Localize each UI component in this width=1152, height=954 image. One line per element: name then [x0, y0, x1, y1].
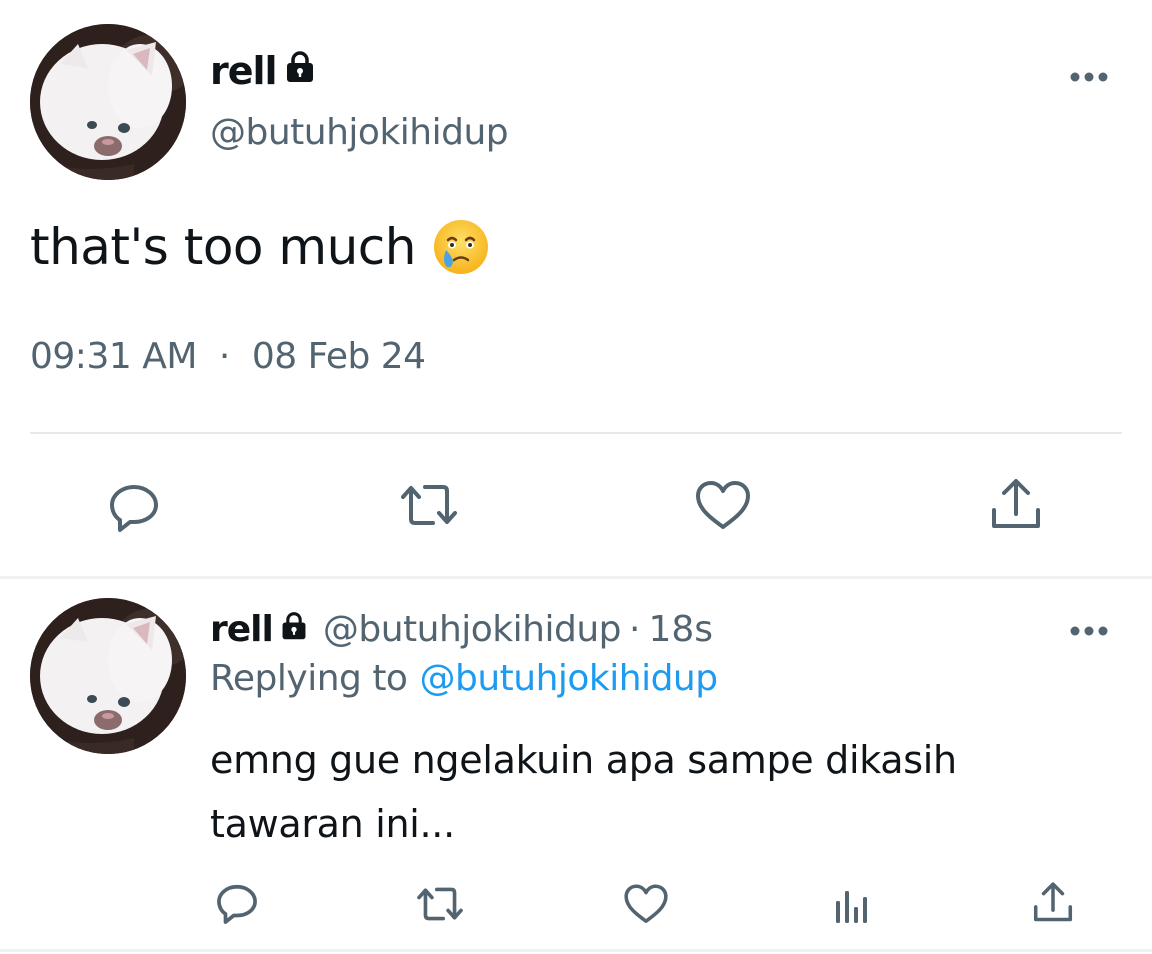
like-button[interactable] — [693, 478, 753, 534]
reply-tweet-text: emng gue ngelakuin apa sampe dikasih taw… — [210, 738, 957, 846]
reply-button[interactable] — [103, 477, 165, 539]
main-handle[interactable]: @butuhjokihidup — [210, 112, 509, 153]
main-author-name-row[interactable]: rell — [210, 46, 317, 96]
replying-to-mention[interactable]: @butuhjokihidup — [419, 658, 718, 699]
like-button[interactable] — [622, 882, 670, 926]
reply-display-name[interactable]: rell — [210, 609, 274, 650]
main-display-name[interactable]: rell — [210, 49, 278, 93]
heart-icon — [696, 481, 750, 529]
heart-icon — [624, 883, 668, 923]
main-tweet-time[interactable]: 09:31 AM — [30, 336, 197, 377]
share-icon — [992, 479, 1040, 528]
face-holding-back-tears-icon — [432, 218, 490, 276]
reply-handle[interactable]: @butuhjokihidup — [323, 609, 622, 650]
reply-separator: · — [629, 608, 641, 650]
retweet-icon — [401, 485, 457, 525]
retweet-button[interactable] — [396, 477, 462, 533]
main-avatar[interactable] — [30, 24, 186, 180]
reply-icon — [217, 884, 257, 924]
retweet-button[interactable] — [413, 882, 467, 926]
views-button[interactable] — [828, 884, 872, 926]
share-icon — [1033, 882, 1073, 922]
replying-to-line: Replying to @butuhjokihidup — [210, 658, 718, 699]
main-tweet-divider — [30, 432, 1122, 434]
reply-avatar[interactable] — [30, 598, 186, 754]
main-tweet-text: that's too much — [30, 218, 416, 276]
main-tweet-meta: 09:31 AM · 08 Feb 24 — [30, 336, 426, 377]
share-button[interactable] — [1030, 880, 1076, 926]
kitten-avatar-image — [30, 24, 186, 180]
more-icon[interactable] — [1069, 622, 1109, 636]
tweet-thread-page: rell @butuhjokihidup that's too much 09:… — [0, 0, 1152, 954]
reply-button[interactable] — [213, 880, 261, 928]
thread-divider — [0, 576, 1152, 579]
replying-to-label: Replying to — [210, 658, 408, 699]
lock-icon — [279, 609, 309, 650]
main-tweet-text-row: that's too much — [30, 218, 490, 276]
bottom-divider — [0, 949, 1152, 952]
analytics-icon — [836, 891, 867, 923]
share-button[interactable] — [988, 476, 1044, 534]
reply-time[interactable]: 18s — [648, 609, 713, 650]
retweet-icon — [417, 887, 463, 921]
reply-author-row: rell @butuhjokihidup · 18s — [210, 604, 713, 654]
reply-icon — [110, 485, 158, 532]
kitten-avatar-image — [30, 598, 186, 754]
more-icon[interactable] — [1069, 68, 1109, 82]
lock-icon — [283, 49, 317, 93]
meta-separator: · — [218, 336, 230, 377]
main-tweet-date[interactable]: 08 Feb 24 — [252, 336, 426, 377]
